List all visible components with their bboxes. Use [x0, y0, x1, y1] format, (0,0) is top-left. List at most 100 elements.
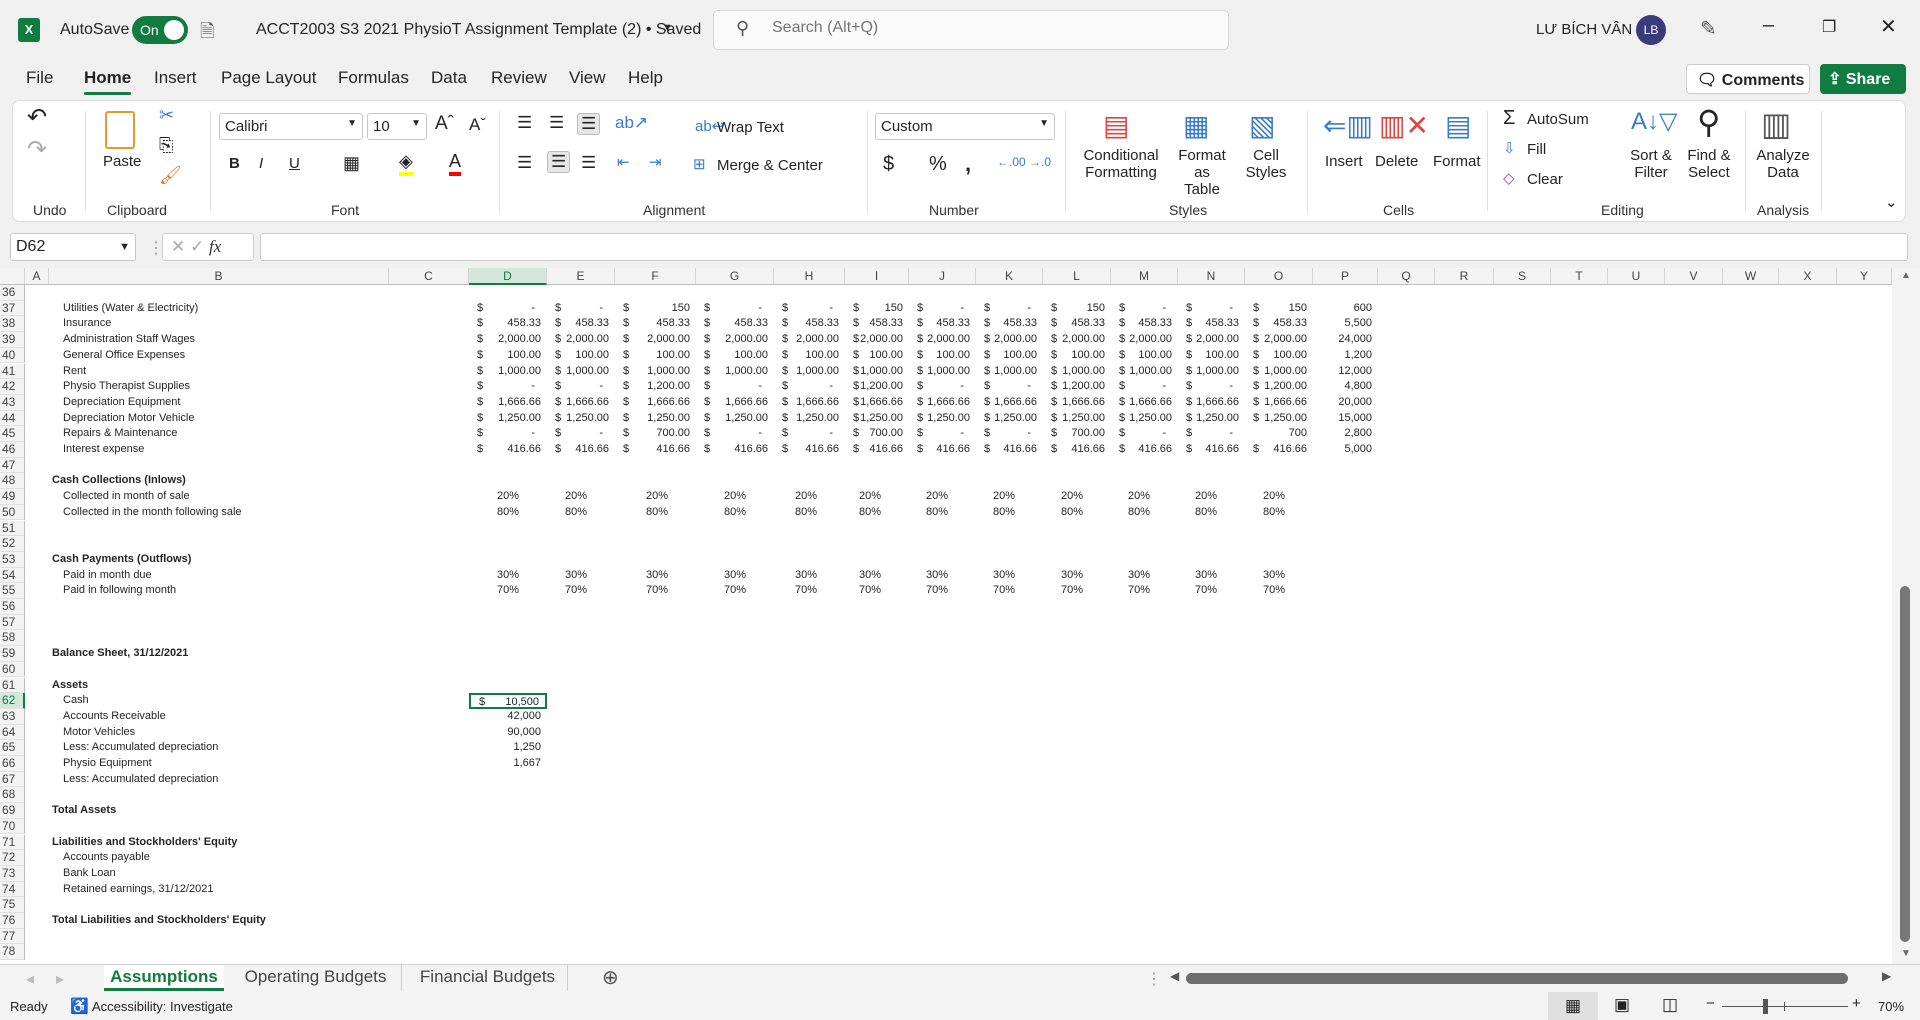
zoom-level[interactable]: 70% — [1878, 999, 1904, 1014]
cell-H45[interactable]: $ - — [774, 426, 845, 442]
row-label[interactable]: Depreciation Equipment — [63, 395, 180, 411]
cell-D49[interactable]: 20% — [469, 489, 547, 505]
cell-M50[interactable]: 80% — [1111, 505, 1178, 521]
row-label[interactable]: Insurance — [63, 316, 111, 332]
cell-J50[interactable]: 80% — [909, 505, 976, 521]
column-header-I[interactable]: I — [845, 268, 909, 285]
row-label[interactable]: Physio Therapist Supplies — [63, 379, 190, 395]
cell-D39[interactable]: $2,000.00 — [469, 332, 547, 348]
cell-F55[interactable]: 70% — [615, 583, 696, 599]
analyze-data-button[interactable]: Analyze Data — [1753, 147, 1813, 181]
row-label[interactable]: Depreciation Motor Vehicle — [63, 411, 194, 427]
column-header-N[interactable]: N — [1178, 268, 1245, 285]
cell-K55[interactable]: 70% — [976, 583, 1043, 599]
wrap-text-button[interactable]: Wrap Text — [717, 119, 784, 136]
row-label[interactable]: Collected in the month following sale — [63, 505, 242, 521]
cell-J43[interactable]: $1,666.66 — [909, 395, 976, 411]
cell-L45[interactable]: $700.00 — [1043, 426, 1111, 442]
cell-D38[interactable]: $458.33 — [469, 316, 547, 332]
tab-view[interactable]: View — [569, 68, 606, 88]
cell-O43[interactable]: $1,666.66 — [1245, 395, 1313, 411]
cell-F54[interactable]: 30% — [615, 568, 696, 584]
row-header[interactable]: 60 — [0, 661, 25, 678]
cell-P41[interactable]: 12,000 — [1313, 364, 1378, 380]
cell-D64[interactable]: 90,000 — [469, 725, 547, 741]
column-header-C[interactable]: C — [389, 268, 469, 285]
cell-N41[interactable]: $1,000.00 — [1178, 364, 1245, 380]
cell-G41[interactable]: $1,000.00 — [696, 364, 774, 380]
row-header[interactable]: 65 — [0, 740, 25, 756]
zoom-slider[interactable] — [1722, 999, 1848, 1014]
cell-M49[interactable]: 20% — [1111, 489, 1178, 505]
cell-D54[interactable]: 30% — [469, 568, 547, 584]
cell-L42[interactable]: $1,200.00 — [1043, 379, 1111, 395]
chevron-down-icon[interactable]: ▼ — [662, 22, 673, 34]
column-header-P[interactable]: P — [1313, 268, 1378, 285]
row-label[interactable]: Retained earnings, 31/12/2021 — [63, 882, 213, 898]
row-header[interactable]: 61 — [0, 677, 25, 694]
zoom-slider-thumb[interactable] — [1763, 999, 1769, 1014]
column-header-B[interactable]: B — [49, 268, 389, 285]
row-header[interactable]: 68 — [0, 787, 25, 804]
row-header[interactable]: 75 — [0, 897, 25, 913]
tab-data[interactable]: Data — [431, 68, 467, 88]
cell-J55[interactable]: 70% — [909, 583, 976, 599]
comma-style-icon[interactable]: , — [965, 151, 971, 177]
align-left-icon[interactable]: ☰ — [517, 153, 532, 173]
merge-center-button[interactable]: Merge & Center — [717, 157, 823, 174]
search-box[interactable]: ⚲ — [713, 10, 1229, 50]
delete-button[interactable]: Delete — [1375, 153, 1418, 170]
accounting-format-icon[interactable]: $ — [883, 153, 894, 176]
tab-review[interactable]: Review — [491, 68, 547, 88]
cell-K44[interactable]: $1,250.00 — [976, 411, 1043, 427]
cell-O38[interactable]: $458.33 — [1245, 316, 1313, 332]
row-label[interactable]: Balance Sheet, 31/12/2021 — [52, 646, 188, 662]
search-input[interactable] — [772, 19, 1172, 37]
worksheet-grid[interactable]: A B C D E F G H I J K L M N O P Q R S T U V W X Y 36 37 38 39 40 41 42 4… — [0, 268, 1892, 964]
function-icon[interactable]: fx — [209, 237, 221, 256]
cell-O55[interactable]: 70% — [1245, 583, 1313, 599]
tab-home[interactable]: Home — [84, 68, 132, 95]
save-icon[interactable]: 🗎 — [200, 19, 214, 49]
cell-H37[interactable]: $ - — [774, 301, 845, 317]
cell-O50[interactable]: 80% — [1245, 505, 1313, 521]
cell-E50[interactable]: 80% — [547, 505, 615, 521]
align-bottom-icon[interactable]: ☰ — [577, 113, 601, 135]
column-header-F[interactable]: F — [615, 268, 696, 285]
row-header[interactable]: 55 — [0, 583, 25, 599]
normal-view-icon[interactable]: ▦ — [1548, 992, 1598, 1020]
share-button[interactable]: ⇪ Share — [1820, 64, 1906, 94]
column-header-D[interactable]: D — [469, 268, 547, 285]
column-header-A[interactable]: A — [25, 268, 49, 285]
cell-O42[interactable]: $1,200.00 — [1245, 379, 1313, 395]
borders-icon[interactable]: ▦ — [343, 153, 360, 174]
row-header[interactable]: 59 — [0, 646, 25, 662]
cell-G38[interactable]: $458.33 — [696, 316, 774, 332]
row-header[interactable]: 76 — [0, 913, 25, 929]
row-header[interactable]: 47 — [0, 457, 25, 474]
formula-input[interactable] — [260, 233, 1908, 261]
cell-K49[interactable]: 20% — [976, 489, 1043, 505]
cell-N39[interactable]: $2,000.00 — [1178, 332, 1245, 348]
cell-F46[interactable]: $416.66 — [615, 442, 696, 458]
undo-icon[interactable]: ↶ — [27, 103, 47, 132]
row-label[interactable]: Total Assets — [52, 803, 116, 819]
cell-K42[interactable]: $ - — [976, 379, 1043, 395]
row-label[interactable]: Collected in month of sale — [63, 489, 190, 505]
row-label[interactable]: Utilities (Water & Electricity) — [63, 301, 198, 317]
cell-H50[interactable]: 80% — [774, 505, 845, 521]
row-header[interactable]: 54 — [0, 567, 25, 584]
cell-D42[interactable]: $ - — [469, 379, 547, 395]
cell-E55[interactable]: 70% — [547, 583, 615, 599]
cell-K39[interactable]: $2,000.00 — [976, 332, 1043, 348]
cell-H41[interactable]: $1,000.00 — [774, 364, 845, 380]
row-label[interactable]: Liabilities and Stockholders' Equity — [52, 835, 237, 851]
row-header[interactable]: 38 — [0, 316, 25, 333]
cell-I37[interactable]: $150 — [845, 301, 909, 317]
column-header-S[interactable]: S — [1494, 268, 1551, 285]
cell-I42[interactable]: $1,200.00 — [845, 379, 909, 395]
cell-D63[interactable]: 42,000 — [469, 709, 547, 725]
hscroll-left-icon[interactable]: ◀ — [1170, 969, 1179, 983]
cell-L44[interactable]: $1,250.00 — [1043, 411, 1111, 427]
cell-I43[interactable]: $1,666.66 — [845, 395, 909, 411]
